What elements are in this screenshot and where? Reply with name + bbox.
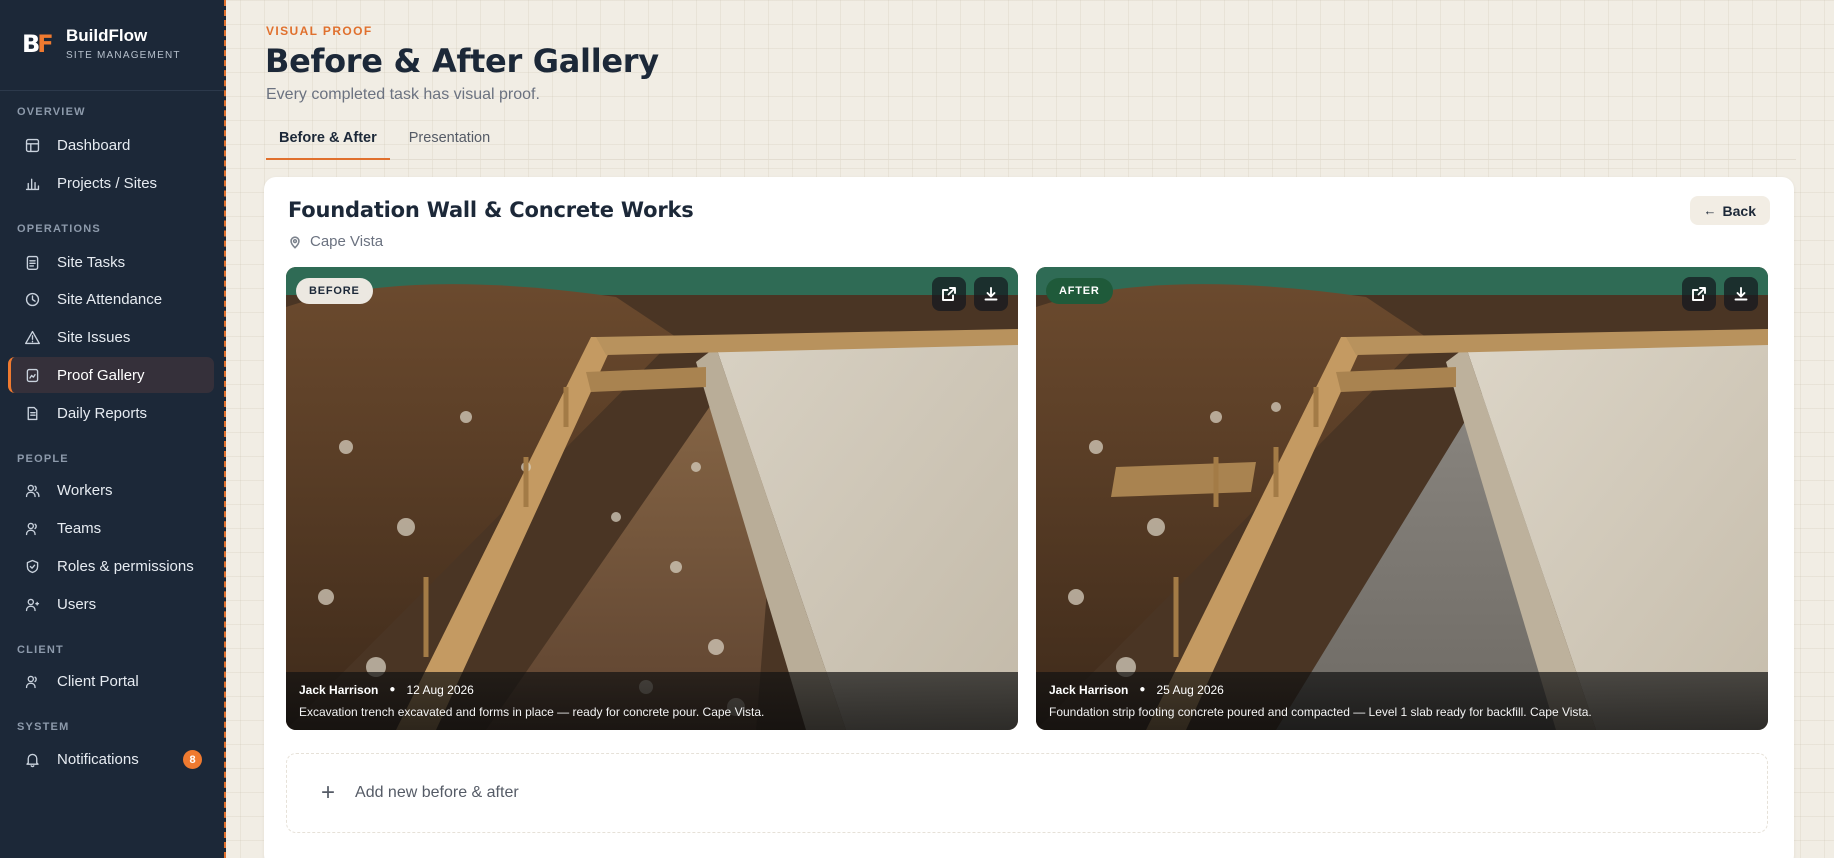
download-button[interactable] xyxy=(974,277,1008,311)
bell-icon xyxy=(22,749,42,769)
external-link-icon xyxy=(942,287,956,301)
open-external-button[interactable] xyxy=(932,277,966,311)
sidebar-item-label: Workers xyxy=(57,481,113,499)
team-icon xyxy=(22,518,42,538)
clipboard-icon xyxy=(22,252,42,272)
caption-date: 25 Aug 2026 xyxy=(1156,683,1224,697)
report-icon xyxy=(22,403,42,423)
before-tag: BEFORE xyxy=(296,278,373,304)
dashboard-icon xyxy=(22,135,42,155)
sidebar-item-label: Roles & permissions xyxy=(57,557,194,575)
brand-name: BuildFlow xyxy=(66,26,148,45)
location-label: Cape Vista xyxy=(310,233,384,250)
sidebar-item-label: Client Portal xyxy=(57,672,139,690)
caption-date: 12 Aug 2026 xyxy=(406,683,474,697)
brand-logo: BF xyxy=(22,29,54,58)
sidebar-item-label: Users xyxy=(57,595,97,613)
sidebar-item-site-attendance[interactable]: Site Attendance xyxy=(8,281,214,317)
sidebar-item-label: Site Tasks xyxy=(57,253,126,271)
clock-icon xyxy=(22,289,42,309)
sidebar-item-notifications[interactable]: Notifications 8 xyxy=(8,741,214,777)
sidebar-item-label: Dashboard xyxy=(57,136,131,154)
photo-caption: Jack Harrison ● 12 Aug 2026 Excavation t… xyxy=(286,672,1018,730)
caption-text: Foundation strip footing concrete poured… xyxy=(1049,705,1592,719)
caption-text: Excavation trench excavated and forms in… xyxy=(299,705,765,719)
sidebar-item-daily-reports[interactable]: Daily Reports xyxy=(8,395,214,431)
user-icon xyxy=(22,594,42,614)
sidebar-item-label: Site Issues xyxy=(57,328,131,346)
open-external-button[interactable] xyxy=(1682,277,1716,311)
gallery-card: Foundation Wall & Concrete Works Cape Vi… xyxy=(264,177,1794,858)
after-photo-image xyxy=(1036,267,1768,730)
brand[interactable]: BF BuildFlow SITE MANAGEMENT xyxy=(22,26,181,61)
sidebar-item-users[interactable]: Users xyxy=(8,586,214,622)
sidebar-item-client-portal[interactable]: Client Portal xyxy=(8,663,214,699)
caption-author: Jack Harrison xyxy=(299,683,379,697)
card-title: Foundation Wall & Concrete Works xyxy=(288,198,694,222)
add-before-after-label: Add new before & after xyxy=(355,784,519,801)
nav-section-people: PEOPLE xyxy=(17,453,69,465)
brand-subtitle: SITE MANAGEMENT xyxy=(66,50,181,61)
add-before-after-button[interactable]: + Add new before & after xyxy=(286,753,1768,833)
tab-before-after[interactable]: Before & After xyxy=(266,126,390,160)
sidebar-item-label: Daily Reports xyxy=(57,404,148,422)
download-button[interactable] xyxy=(1724,277,1758,311)
tab-bar: Before & After Presentation xyxy=(266,126,509,160)
page-title: Before & After Gallery xyxy=(265,42,659,80)
back-button[interactable]: ← Back xyxy=(1689,196,1770,225)
plus-icon: + xyxy=(321,779,336,806)
sidebar-item-label: Projects / Sites xyxy=(57,174,158,192)
sidebar-item-site-tasks[interactable]: Site Tasks xyxy=(8,244,214,280)
nav-section-client: CLIENT xyxy=(17,644,64,656)
gallery-icon xyxy=(22,365,42,385)
download-icon xyxy=(984,287,998,301)
tab-presentation[interactable]: Presentation xyxy=(396,126,503,160)
nav-section-system: SYSTEM xyxy=(17,721,70,733)
page-eyebrow: VISUAL PROOF xyxy=(266,24,373,38)
notification-badge: 8 xyxy=(183,750,202,769)
shield-icon xyxy=(22,556,42,576)
sidebar-item-teams[interactable]: Teams xyxy=(8,510,214,546)
sidebar-item-label: Proof Gallery xyxy=(57,366,145,384)
separator-dot: ● xyxy=(1139,684,1146,695)
sidebar-item-roles[interactable]: Roles & permissions xyxy=(8,548,214,584)
before-photo[interactable]: BEFORE Jack Harrison ● 12 Aug 2026 Excav… xyxy=(286,267,1018,730)
sidebar-item-label: Notifications xyxy=(57,750,139,768)
sidebar-item-label: Site Attendance xyxy=(57,290,163,308)
warning-icon xyxy=(22,327,42,347)
before-photo-image xyxy=(286,267,1018,730)
external-link-icon xyxy=(1692,287,1706,301)
sidebar-item-label: Teams xyxy=(57,519,102,537)
separator-dot: ● xyxy=(389,684,396,695)
sidebar-item-workers[interactable]: Workers xyxy=(8,472,214,508)
download-icon xyxy=(1734,287,1748,301)
sidebar-item-dashboard[interactable]: Dashboard xyxy=(8,127,214,163)
nav-section-operations: OPERATIONS xyxy=(17,223,101,235)
page-subtitle: Every completed task has visual proof. xyxy=(266,86,540,103)
sidebar-item-projects[interactable]: Projects / Sites xyxy=(8,165,214,201)
sidebar-item-proof-gallery[interactable]: Proof Gallery xyxy=(8,357,214,393)
client-icon xyxy=(22,671,42,691)
photo-caption: Jack Harrison ● 25 Aug 2026 Foundation s… xyxy=(1036,672,1768,730)
sidebar: BF BuildFlow SITE MANAGEMENT OVERVIEW Da… xyxy=(0,0,226,858)
nav-section-overview: OVERVIEW xyxy=(17,106,86,118)
chart-icon xyxy=(22,173,42,193)
card-location: Cape Vista xyxy=(288,233,383,250)
after-tag: AFTER xyxy=(1046,278,1113,304)
back-button-label: Back xyxy=(1722,202,1756,219)
caption-author: Jack Harrison xyxy=(1049,683,1129,697)
divider xyxy=(0,90,224,91)
sidebar-item-site-issues[interactable]: Site Issues xyxy=(8,319,214,355)
arrow-left-icon: ← xyxy=(1703,203,1717,218)
users-icon xyxy=(22,480,42,500)
location-pin-icon xyxy=(290,235,300,249)
after-photo[interactable]: AFTER Jack Harrison ● 25 Aug 2026 Founda… xyxy=(1036,267,1768,730)
